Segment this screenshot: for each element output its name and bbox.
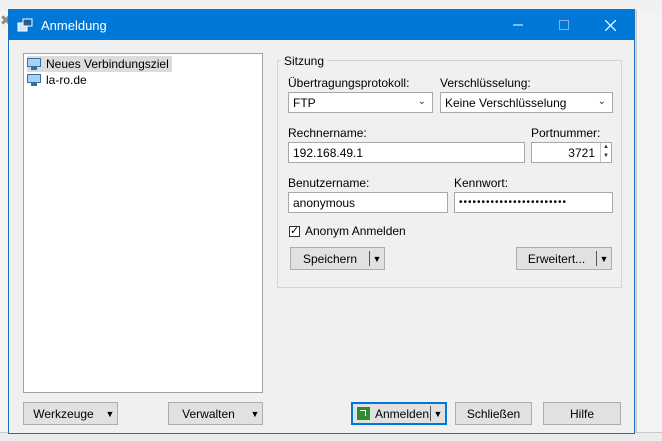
help-button-label: Hilfe <box>569 406 594 421</box>
close-icon[interactable] <box>587 10 633 40</box>
login-icon <box>357 407 370 420</box>
password-input[interactable]: •••••••••••••••••••••••• <box>454 192 613 213</box>
protocol-value: FTP <box>293 95 316 110</box>
maximize-icon[interactable] <box>541 10 587 40</box>
tree-item-label: Neues Verbindungsziel <box>46 57 169 71</box>
login-button[interactable]: Anmelden ▼ <box>351 402 447 425</box>
background-panel-left <box>0 10 8 440</box>
monitor-icon <box>27 58 41 70</box>
title-bar[interactable]: Anmeldung <box>9 10 634 40</box>
caret-down-icon[interactable]: ▼ <box>597 254 611 264</box>
protocol-label: Übertragungsprotokoll: <box>288 76 410 90</box>
user-value: anonymous <box>293 195 356 210</box>
tree-item-label: la-ro.de <box>46 73 87 87</box>
encryption-label: Verschlüsselung: <box>440 76 531 90</box>
save-button[interactable]: Speichern ▼ <box>290 247 385 270</box>
app-icon <box>17 18 33 32</box>
minimize-icon[interactable] <box>495 10 541 40</box>
spin-up-icon[interactable]: ▲ <box>601 143 611 152</box>
port-spinner[interactable]: ▲ ▼ <box>600 143 611 162</box>
chevron-down-icon: ⌄ <box>417 96 426 107</box>
site-tree[interactable]: Neues Verbindungsziel la-ro.de <box>23 53 263 393</box>
protocol-select[interactable]: FTP ⌄ <box>288 92 433 113</box>
password-value: •••••••••••••••••••••••• <box>459 197 568 208</box>
user-input[interactable]: anonymous <box>288 192 448 213</box>
tree-item-site[interactable]: la-ro.de <box>27 72 90 88</box>
anonymous-checkbox[interactable]: ✓ Anonym Anmelden <box>289 224 406 238</box>
host-value: 192.168.49.1 <box>293 145 364 160</box>
close-button[interactable]: Schließen <box>455 402 532 425</box>
session-legend: Sitzung <box>281 54 328 68</box>
caret-down-icon: ▼ <box>250 408 260 419</box>
host-input[interactable]: 192.168.49.1 <box>288 142 525 163</box>
tools-button[interactable]: Werkzeuge ▼ <box>23 402 118 425</box>
help-button[interactable]: Hilfe <box>543 402 621 425</box>
encryption-value: Keine Verschlüsselung <box>445 95 567 110</box>
user-label: Benutzername: <box>288 176 370 190</box>
advanced-button-label: Erweitert... <box>527 251 586 266</box>
login-button-label: Anmelden <box>375 406 430 421</box>
checkbox-box[interactable]: ✓ <box>289 224 300 237</box>
check-icon: ✓ <box>290 224 300 237</box>
port-input[interactable]: 3721 ▲ ▼ <box>531 142 612 163</box>
host-label: Rechnername: <box>288 126 367 140</box>
encryption-select[interactable]: Keine Verschlüsselung ⌄ <box>440 92 613 113</box>
save-button-label: Speichern <box>302 251 358 266</box>
close-button-label: Schließen <box>466 406 521 421</box>
anonymous-label: Anonym Anmelden <box>305 224 406 238</box>
port-label: Portnummer: <box>531 126 601 140</box>
port-value: 3721 <box>568 145 595 160</box>
caret-down-icon[interactable]: ▼ <box>370 254 384 264</box>
tree-item-new-site[interactable]: Neues Verbindungsziel <box>27 56 172 72</box>
tools-button-label: Werkzeuge <box>33 406 94 421</box>
advanced-button[interactable]: Erweitert... ▼ <box>516 247 612 270</box>
chevron-down-icon: ⌄ <box>597 96 606 107</box>
caret-down-icon[interactable]: ▼ <box>431 409 445 419</box>
monitor-icon <box>27 74 41 86</box>
window-title: Anmeldung <box>41 18 107 33</box>
manage-button[interactable]: Verwalten ▼ <box>168 402 263 425</box>
login-dialog: Anmeldung Neues Verbindungsziel la-ro.de… <box>8 9 635 434</box>
spin-down-icon[interactable]: ▼ <box>601 152 611 161</box>
manage-button-label: Verwalten <box>182 406 235 421</box>
background-panel-right <box>636 10 662 440</box>
password-label: Kennwort: <box>454 176 509 190</box>
caret-down-icon: ▼ <box>105 408 115 419</box>
